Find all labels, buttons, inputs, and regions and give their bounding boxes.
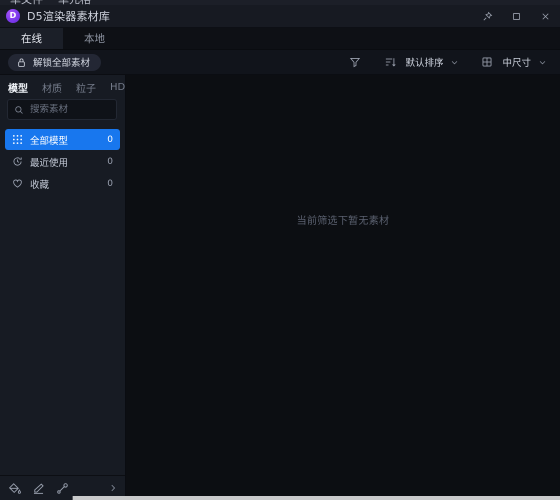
sidebar-item-all-models-label: 全部模型: [30, 135, 69, 147]
link-icon: [57, 482, 68, 494]
toolbar: 解锁全部素材 默认排序 中尺寸: [0, 50, 560, 75]
app-title: D5渲染器素材库: [27, 10, 111, 23]
link-tool-button[interactable]: [55, 481, 70, 496]
paint-bucket-icon: [8, 482, 21, 494]
search-icon: [15, 105, 23, 114]
app-logo-icon: D: [6, 9, 20, 23]
sidebar-item-recent[interactable]: 最近使用 0: [5, 151, 120, 172]
grid-icon: [483, 57, 492, 67]
filter-button[interactable]: [344, 52, 366, 72]
empty-state-message: 当前筛选下暂无素材: [296, 216, 390, 227]
sidebar-item-all-models[interactable]: 全部模型 0: [5, 129, 120, 150]
sort-value: 默认排序: [405, 58, 444, 69]
window-controls: [473, 5, 560, 28]
unlock-all-assets-label: 解锁全部素材: [33, 58, 91, 69]
search-input[interactable]: [30, 104, 110, 115]
source-tabs: 在线 本地: [0, 28, 560, 50]
sort-control[interactable]: 默认排序: [379, 52, 463, 72]
size-control[interactable]: 中尺寸: [476, 52, 551, 72]
toolbar-right-controls: 默认排序 中尺寸: [344, 52, 551, 72]
maximize-icon: [512, 12, 521, 20]
sort-icon: [386, 58, 397, 67]
titlebar: D D5渲染器素材库: [0, 5, 560, 28]
tab-online[interactable]: 在线: [0, 28, 63, 49]
size-value: 中尺寸: [502, 58, 531, 69]
chevron-right-icon: [110, 484, 115, 492]
clock-icon: [12, 156, 23, 167]
main-body: 模型 材质 粒子 HDRI 搜索素材 全部模型 0 最近使用 0 收藏 0 当前…: [0, 75, 560, 500]
eraser-tool-button[interactable]: [31, 481, 46, 496]
heart-icon: [12, 178, 23, 189]
pin-icon: [483, 11, 493, 21]
size-chevron[interactable]: [535, 58, 549, 67]
search-box[interactable]: [7, 99, 117, 120]
chevron-down-icon: [539, 60, 545, 64]
sidebar-nav-list: 全部模型 0 最近使用 0 收藏 0: [0, 129, 125, 194]
filter-icon: [350, 58, 361, 68]
sidebar-item-recent-count: 0: [107, 156, 113, 167]
pin-button[interactable]: [473, 5, 502, 28]
sidebar-item-all-models-count: 0: [107, 134, 113, 145]
sidebar: 模型 材质 粒子 HDRI 搜索素材 全部模型 0 最近使用 0 收藏 0: [0, 75, 135, 500]
category-tab-models[interactable]: 模型: [6, 80, 35, 95]
category-tab-particles[interactable]: 粒子: [69, 80, 103, 95]
chevron-down-icon: [451, 60, 458, 64]
sort-chevron[interactable]: [447, 58, 461, 67]
close-icon: [542, 12, 549, 20]
grid-dots-icon: [12, 134, 23, 145]
tab-local[interactable]: 本地: [63, 28, 126, 49]
search-container: [0, 99, 125, 120]
close-button[interactable]: [531, 5, 560, 28]
unlock-all-assets-button[interactable]: 解锁全部素材: [8, 53, 102, 71]
lock-icon: [18, 58, 25, 67]
asset-library-window: 单文件 单元格 D D5渲染器素材库: [0, 0, 560, 500]
view-size-button[interactable]: [476, 52, 498, 72]
sidebar-item-favorites[interactable]: 收藏 0: [5, 173, 120, 194]
underlying-window-edge: [72, 496, 560, 500]
eraser-icon: [33, 482, 44, 494]
app-logo-letter: D: [9, 11, 17, 20]
sidebar-item-favorites-count: 0: [107, 178, 113, 189]
paint-bucket-tool-button[interactable]: [7, 481, 22, 496]
category-tab-materials[interactable]: 材质: [35, 80, 69, 95]
sort-button[interactable]: [379, 52, 401, 72]
sidebar-expand-button[interactable]: [106, 481, 119, 496]
asset-category-tabs: 模型 材质 粒子 HDRI: [0, 75, 135, 99]
sidebar-item-recent-label: 最近使用: [30, 157, 69, 169]
asset-grid-area: 当前筛选下暂无素材: [126, 75, 560, 500]
sidebar-item-favorites-label: 收藏: [30, 179, 50, 191]
maximize-button[interactable]: [502, 5, 531, 28]
